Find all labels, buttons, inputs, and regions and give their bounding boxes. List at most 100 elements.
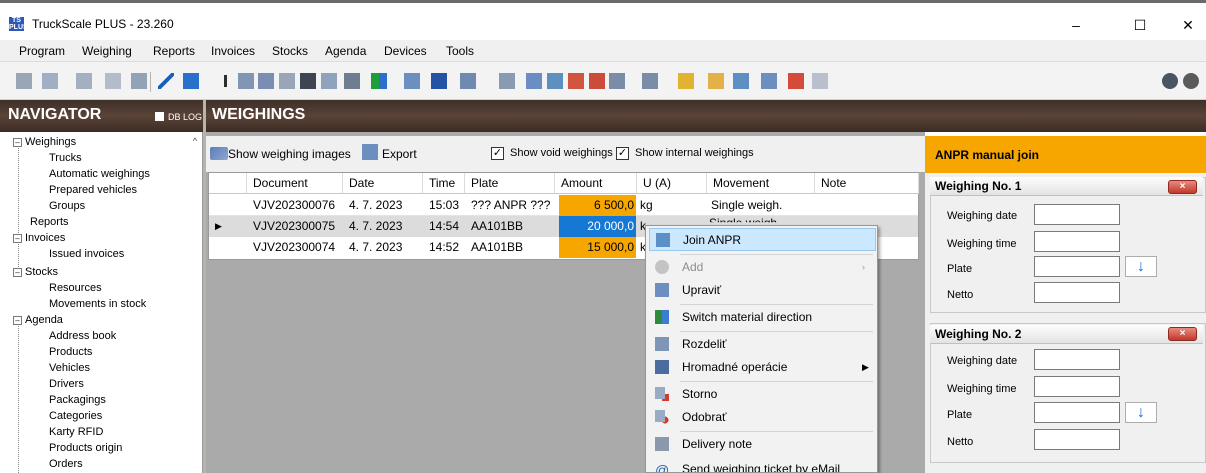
menu-program[interactable]: Program [19,44,65,58]
weighing-2-date-field[interactable] [1034,349,1120,370]
sort-icon[interactable] [371,73,387,89]
menu-reports[interactable]: Reports [153,44,195,58]
show-void-label[interactable]: Show void weighings [510,147,613,159]
tree-item-groups[interactable]: Groups [49,200,85,212]
weighing-tool-4-icon[interactable] [105,73,121,89]
tree-item-reports[interactable]: Reports [30,216,69,228]
menu-agenda[interactable]: Agenda [325,44,366,58]
records-2-icon[interactable] [547,73,563,89]
maximize-button[interactable]: ☐ [1117,13,1163,37]
table-icon[interactable] [499,73,515,89]
menu-stocks[interactable]: Stocks [272,44,308,58]
tree-item-trucks[interactable]: Trucks [49,152,82,164]
column-header-document[interactable]: Document [247,173,343,194]
menu-item-rozdelit[interactable]: Rozdeliť [649,333,876,356]
menu-item-send-email[interactable]: @ Send weighing ticket by eMail [649,458,876,472]
weighing-tool-5-icon[interactable] [131,73,147,89]
invoices-expander-icon[interactable]: – [13,234,22,243]
show-void-checkbox[interactable]: ✓ [491,147,504,160]
menu-weighing[interactable]: Weighing [82,44,132,58]
column-header-date[interactable]: Date [343,173,423,194]
menu-item-storno[interactable]: Storno [649,383,876,406]
tree-item-issued-invoices[interactable]: Issued invoices [49,248,124,260]
tree-item-automatic-weighings[interactable]: Automatic weighings [49,168,150,180]
add-document-icon[interactable] [733,73,749,89]
filter-options-icon[interactable] [344,73,360,89]
column-header-movement[interactable]: Movement [707,173,815,194]
menu-item-switch-material-direction[interactable]: Switch material direction [649,306,876,329]
truck-icon[interactable] [460,73,476,89]
tree-item-invoices[interactable]: Invoices [25,232,65,244]
menu-invoices[interactable]: Invoices [211,44,255,58]
menu-item-add[interactable]: Add › [649,256,876,279]
pen-icon[interactable] [158,73,174,89]
menu-item-upravit[interactable]: Upraviť [649,279,876,302]
preview-icon[interactable] [321,73,337,89]
tree-item-vehicles[interactable]: Vehicles [49,362,90,374]
weighing-tool-2-icon[interactable] [42,73,58,89]
records-void-icon[interactable] [589,73,605,89]
records-export-icon[interactable] [609,73,625,89]
menu-devices[interactable]: Devices [384,44,427,58]
db-log-checkbox[interactable] [155,112,164,121]
ticket-2-icon[interactable] [258,73,274,89]
weighing-tool-3-icon[interactable] [76,73,92,89]
weighing-2-netto-field[interactable] [1034,429,1120,450]
weighing-1-fill-button[interactable]: ↓ [1125,256,1157,277]
weighing-1-time-field[interactable] [1034,231,1120,252]
column-header-unit[interactable]: U (A) [637,173,707,194]
tree-item-address-book[interactable]: Address book [49,330,116,342]
show-internal-label[interactable]: Show internal weighings [635,147,754,159]
weighing-2-fill-button[interactable]: ↓ [1125,402,1157,423]
gear-icon[interactable] [1183,73,1199,89]
list-icon[interactable] [183,73,199,89]
weighing-2-time-field[interactable] [1034,376,1120,397]
tree-item-prepared-vehicles[interactable]: Prepared vehicles [49,184,137,196]
show-internal-checkbox[interactable]: ✓ [616,147,629,160]
weighing-1-netto-field[interactable] [1034,282,1120,303]
calculator-icon[interactable] [812,73,828,89]
scroll-up-icon[interactable]: ^ [188,136,202,150]
db-log-label[interactable]: DB LOG [168,112,202,122]
agenda-expander-icon[interactable]: – [13,316,22,325]
export-button[interactable]: Export [382,147,417,161]
weighing-1-date-field[interactable] [1034,204,1120,225]
tree-item-products-origin[interactable]: Products origin [49,442,122,454]
weighings-expander-icon[interactable]: – [13,138,22,147]
records-3-icon[interactable] [642,73,658,89]
filter-icon[interactable] [217,73,233,89]
edit-document-icon[interactable] [761,73,777,89]
menu-item-join-anpr[interactable]: Join ANPR [649,228,876,251]
weighing-1-remove-button[interactable]: × [1168,180,1197,194]
print-icon[interactable] [300,73,316,89]
menu-item-delivery-note[interactable]: Delivery note [649,433,876,456]
records-icon[interactable] [526,73,542,89]
table-row[interactable]: VJV202300076 4. 7. 2023 15:03 ??? ANPR ?… [209,195,918,216]
tree-item-categories[interactable]: Categories [49,410,102,422]
card-icon[interactable] [431,73,447,89]
delete-document-icon[interactable] [788,73,804,89]
tree-item-stocks[interactable]: Stocks [25,266,58,278]
weighing-tool-icon[interactable] [16,73,32,89]
tree-item-drivers[interactable]: Drivers [49,378,84,390]
stocks-expander-icon[interactable]: – [13,268,22,277]
records-delete-icon[interactable] [568,73,584,89]
column-header-time[interactable]: Time [423,173,465,194]
menu-tools[interactable]: Tools [446,44,474,58]
tree-item-agenda[interactable]: Agenda [25,314,63,326]
weighing-1-plate-field[interactable] [1034,256,1120,277]
tree-item-products[interactable]: Products [49,346,92,358]
close-button[interactable]: ✕ [1165,13,1206,37]
tree-item-packagings[interactable]: Packagings [49,394,106,406]
tree-item-karty-rfid[interactable]: Karty RFID [49,426,103,438]
column-header-amount[interactable]: Amount [555,173,637,194]
minimize-button[interactable]: – [1053,13,1099,37]
weighing-2-remove-button[interactable]: × [1168,327,1197,341]
show-images-button[interactable]: Show weighing images [228,147,351,161]
grid-icon[interactable] [404,73,420,89]
tree-item-weighings[interactable]: Weighings [25,136,76,148]
ticket-icon[interactable] [238,73,254,89]
column-header-plate[interactable]: Plate [465,173,555,194]
menu-item-odobrat[interactable]: Odobrať [649,406,876,429]
document-icon[interactable] [279,73,295,89]
